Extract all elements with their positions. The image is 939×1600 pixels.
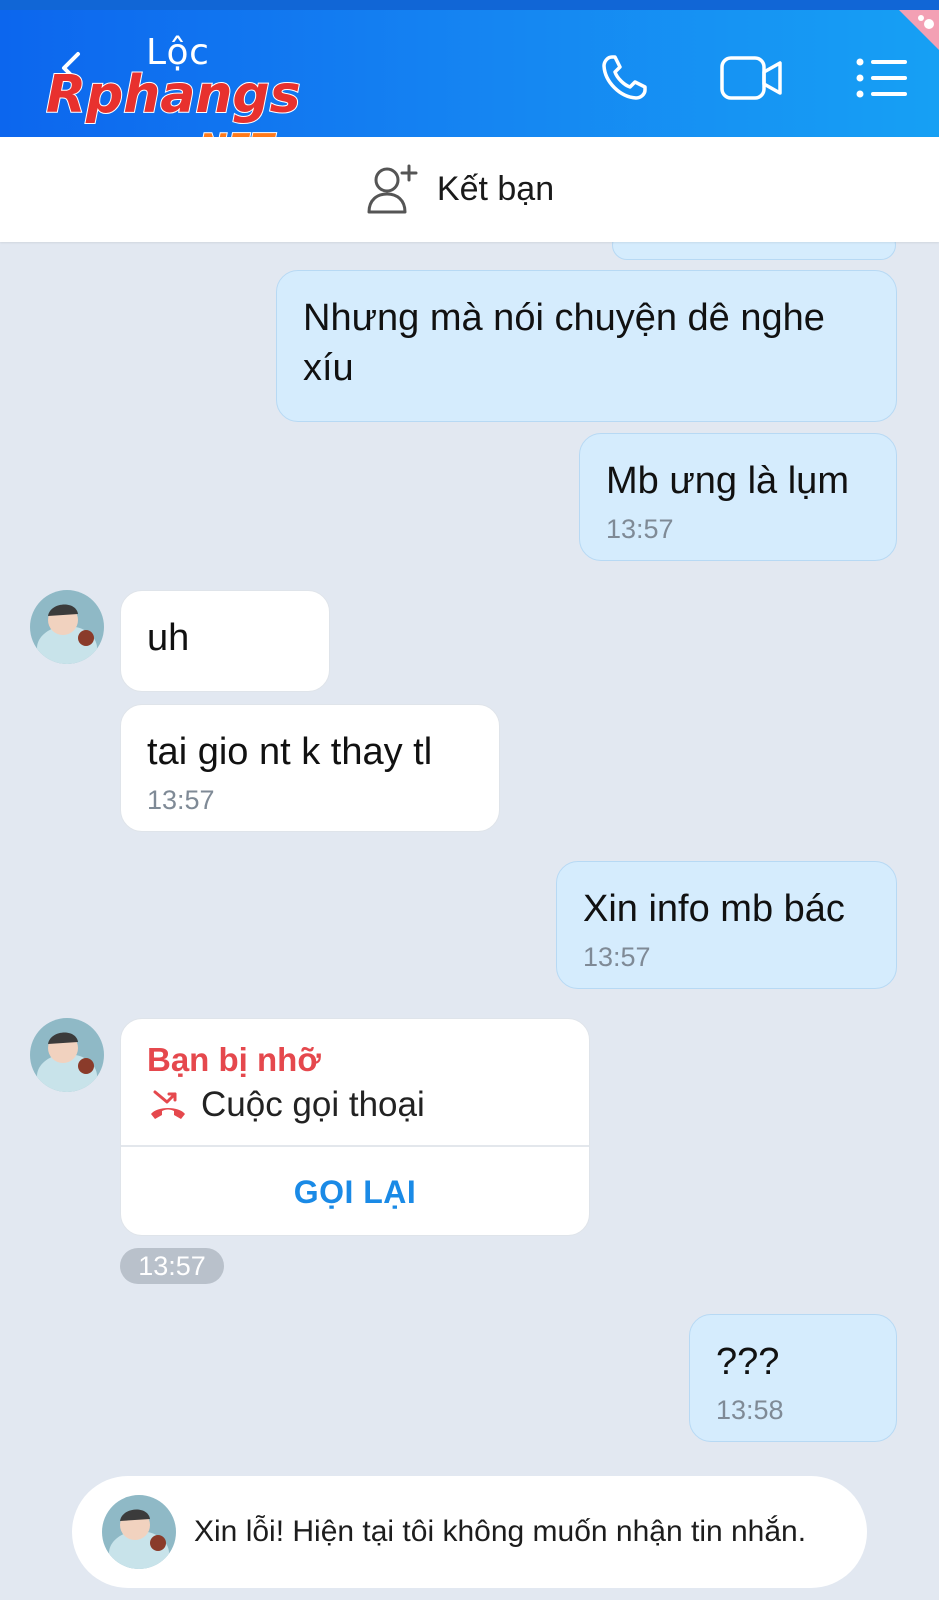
call-back-button[interactable]: GỌI LẠI xyxy=(121,1147,589,1235)
video-call-button[interactable] xyxy=(716,50,788,106)
missed-call-description: Cuộc gọi thoại xyxy=(201,1085,425,1124)
message-time: 13:57 xyxy=(147,785,215,815)
voice-call-button[interactable] xyxy=(588,50,660,106)
message-text: ??? xyxy=(716,1341,780,1383)
baby-photo-avatar xyxy=(30,590,104,664)
message-bubble-sent[interactable]: Xin info mb bác 13:57 xyxy=(556,861,897,989)
missed-call-row: Cuộc gọi thoại xyxy=(147,1085,425,1125)
baby-photo-avatar xyxy=(30,1018,104,1092)
message-text: tai gio nt k thay tl xyxy=(147,731,433,773)
contact-avatar xyxy=(102,1495,176,1569)
add-friend-label: Kết bạn xyxy=(436,170,555,208)
message-bubble-sent[interactable]: Nhưng mà nói chuyện dê nghe xíu xyxy=(276,270,897,422)
message-text: uh xyxy=(147,617,190,659)
message-text: Nhưng mà nói chuyện dê nghe xíu xyxy=(303,297,825,389)
phone-icon xyxy=(602,55,647,100)
missed-call-title: Bạn bị nhỡ xyxy=(147,1041,321,1078)
notice-text: Xin lỗi! Hiện tại tôi không muốn nhận ti… xyxy=(194,1515,807,1548)
chat-header: Lộc Rphangs .NET xyxy=(0,0,939,168)
message-time: 13:57 xyxy=(606,514,674,544)
missed-call-card: Bạn bị nhỡ Cuộc gọi thoại GỌI LẠI xyxy=(120,1018,590,1236)
corner-ribbon-icon xyxy=(899,10,939,50)
chat-screen: Lộc Rphangs .NET xyxy=(0,0,939,1600)
message-time: 13:58 xyxy=(716,1395,784,1425)
watermark-brand: Rphangs xyxy=(46,65,301,125)
video-camera-icon xyxy=(720,56,782,100)
message-text: Mb ưng là lụm xyxy=(606,460,849,502)
message-text: Xin info mb bác xyxy=(583,888,845,930)
missed-call-icon xyxy=(151,1090,185,1119)
message-bubble-received[interactable]: tai gio nt k thay tl 13:57 xyxy=(120,704,500,832)
contact-avatar[interactable] xyxy=(30,1018,104,1092)
contact-avatar[interactable] xyxy=(30,590,104,664)
message-bubble-sent[interactable]: ??? 13:58 xyxy=(689,1314,897,1442)
add-friend-bar: Kết bạn xyxy=(0,137,939,242)
message-bubble-received[interactable]: uh xyxy=(120,590,330,692)
message-time: 13:57 xyxy=(583,942,651,972)
add-friend-button[interactable]: Kết bạn xyxy=(365,162,554,218)
baby-photo-avatar xyxy=(102,1495,176,1569)
missed-call-time: 13:57 xyxy=(120,1248,224,1284)
blocked-messages-notice: Xin lỗi! Hiện tại tôi không muốn nhận ti… xyxy=(72,1476,867,1588)
message-bubble-sent[interactable]: Mb ưng là lụm 13:57 xyxy=(579,433,897,561)
add-friend-icon xyxy=(367,164,418,213)
